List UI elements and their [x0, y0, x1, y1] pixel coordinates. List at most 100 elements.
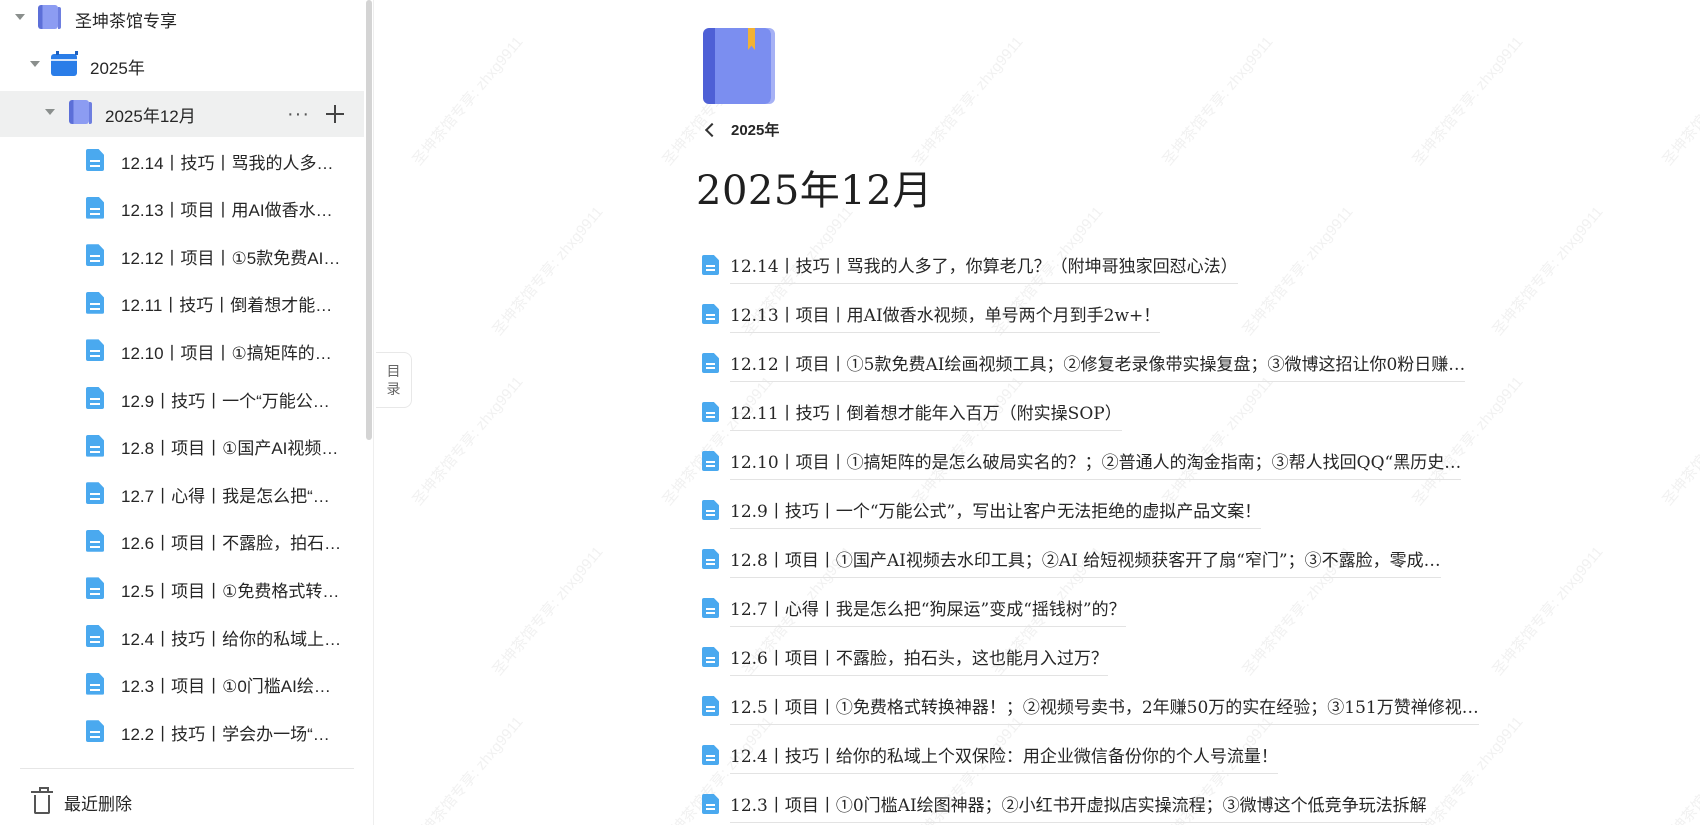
document-list-item[interactable]: 12.9丨技巧丨一个“万能公式”，写出让客户无法拒绝的虚拟产品文案！ [700, 483, 1600, 532]
tree-item-month[interactable]: 2025年12月 ··· [0, 91, 364, 137]
document-link[interactable]: 12.9丨技巧丨一个“万能公式”，写出让客户无法拒绝的虚拟产品文案！ [730, 497, 1262, 529]
watermark-text: 圣坤茶馆专享: zhxg9911 [909, 33, 1027, 169]
page-title: 2025年12月 [696, 168, 933, 214]
watermark-text: 圣坤茶馆专享: zhxg9911 [1659, 714, 1700, 825]
document-list-item[interactable]: 12.12丨项目丨①5款免费AI绘画视频工具；②修复老录像带实操复盘；③微博这招… [700, 336, 1600, 385]
watermark-text: 圣坤茶馆专享: zhxg9911 [409, 713, 527, 825]
document-link[interactable]: 12.12丨项目丨①5款免费AI绘画视频工具；②修复老录像带实操复盘；③微博这招… [730, 350, 1466, 382]
document-icon [702, 304, 719, 324]
document-link[interactable]: 12.4丨技巧丨给你的私域上个双保险：用企业微信备份你的个人号流量！ [730, 742, 1278, 774]
caret-down-icon[interactable] [15, 14, 25, 20]
document-icon [86, 577, 104, 600]
document-link[interactable]: 12.6丨项目丨不露脸，拍石头，这也能月入过万？ [730, 644, 1108, 676]
recently-deleted-item[interactable]: 最近删除 [31, 787, 132, 815]
tree-item-label: 2025年12月 [105, 106, 196, 126]
sidebar-doc-item[interactable]: 12.12丨项目丨①5款免费AI绘画视频工具 [0, 233, 364, 279]
document-icon [86, 672, 104, 695]
tree-item-label: 2025年 [90, 58, 145, 78]
document-list-item[interactable]: 12.4丨技巧丨给你的私域上个双保险：用企业微信备份你的个人号流量！ [700, 728, 1600, 777]
document-icon [702, 549, 719, 569]
sidebar-doc-item[interactable]: 12.6丨项目丨不露脸，拍石头，这也能月入过万？ [0, 519, 364, 565]
document-list-item[interactable]: 12.8丨项目丨①国产AI视频去水印工具；②AI 给短视频获客开了扇“窄门”；③… [700, 532, 1600, 581]
document-icon [702, 696, 719, 716]
document-link[interactable]: 12.3丨项目丨①0门槛AI绘图神器；②小红书开虚拟店实操流程；③微博这个低竞争… [730, 791, 1427, 823]
sidebar-doc-item[interactable]: 12.10丨项目丨①搞矩阵的是怎么破局实名的？ [0, 328, 364, 374]
main-content: 圣坤茶馆专享: zhxg9911 圣坤茶馆专享: zhxg9911 圣坤茶馆专享: … [376, 0, 1700, 825]
document-icon [702, 451, 719, 471]
document-icon [86, 720, 104, 743]
sidebar-doc-item[interactable]: 12.5丨项目丨①免费格式转换神器！ [0, 566, 364, 612]
chevron-left-icon[interactable] [704, 122, 720, 137]
document-icon [702, 500, 719, 520]
document-icon [702, 353, 719, 373]
book-cover-icon [703, 28, 771, 104]
caret-down-icon[interactable] [30, 61, 40, 67]
trash-icon [31, 787, 53, 814]
sidebar-doc-item[interactable]: 12.4丨技巧丨给你的私域上个双保险：用企业微信备份你的个人号流量！ [0, 614, 364, 660]
document-icon [86, 625, 104, 647]
watermark-text: 圣坤茶馆专享: zhxg9911 [1659, 34, 1700, 169]
document-link[interactable]: 12.7丨心得丨我是怎么把“狗屎运”变成“摇钱树”的？ [730, 595, 1126, 627]
sidebar-scrollbar[interactable] [366, 0, 372, 440]
sidebar-doc-item[interactable]: 12.8丨项目丨①国产AI视频去水印工具 [0, 424, 364, 470]
row-actions: ··· [287, 91, 344, 137]
recently-deleted-label: 最近删除 [64, 795, 132, 814]
document-icon [702, 255, 719, 275]
document-icon [86, 196, 104, 219]
document-list-item[interactable]: 12.5丨项目丨①免费格式转换神器！；②视频号卖书，2年赚50万的实在经验；③1… [700, 679, 1600, 728]
document-list-item[interactable]: 12.11丨技巧丨倒着想才能年入百万（附实操SOP） [700, 385, 1600, 434]
sidebar-doc-item[interactable]: 12.3丨项目丨①0门槛AI绘图神器 [0, 662, 364, 708]
caret-down-icon[interactable] [45, 109, 55, 115]
sidebar-doc-label: 12.11丨技巧丨倒着想才能年入百万 [121, 296, 346, 316]
watermark-text: 圣坤茶馆专享: zhxg9911 [409, 373, 527, 509]
document-link[interactable]: 12.11丨技巧丨倒着想才能年入百万（附实操SOP） [730, 399, 1122, 431]
book-icon [69, 100, 92, 124]
sidebar-doc-item[interactable]: 12.13丨项目丨用AI做香水视频，单号两个月到手2w+！ [0, 186, 364, 232]
document-list-item[interactable]: 12.6丨项目丨不露脸，拍石头，这也能月入过万？ [700, 630, 1600, 679]
breadcrumb-label[interactable]: 2025年 [731, 119, 779, 140]
calendar-icon [51, 51, 78, 76]
more-dots-icon[interactable]: ··· [287, 104, 310, 124]
document-icon [702, 647, 719, 667]
sidebar-doc-item[interactable]: 12.7丨心得丨我是怎么把“狗屎运”变成“摇钱树”的？ [0, 471, 364, 517]
sidebar-doc-label: 12.12丨项目丨①5款免费AI绘画视频工具 [121, 248, 346, 268]
document-list-item[interactable]: 12.14丨技巧丨骂我的人多了，你算老几？（附坤哥独家回怼心法） [700, 238, 1600, 287]
sidebar-doc-item[interactable]: 12.2丨技巧丨学会办一场“… [0, 709, 364, 755]
document-icon [702, 402, 719, 422]
document-icon [86, 529, 104, 552]
sidebar-doc-label: 12.14丨技巧丨骂我的人多了，你算老几？（附坤哥独家回怼心法） [121, 153, 346, 173]
document-icon [702, 794, 719, 814]
document-link[interactable]: 12.13丨项目丨用AI做香水视频，单号两个月到手2w+！ [730, 301, 1161, 333]
plus-icon[interactable] [326, 105, 344, 123]
sidebar-doc-item[interactable]: 12.14丨技巧丨骂我的人多了，你算老几？（附坤哥独家回怼心法） [0, 138, 364, 184]
document-list-item[interactable]: 12.7丨心得丨我是怎么把“狗屎运”变成“摇钱树”的？ [700, 581, 1600, 630]
document-list-item[interactable]: 12.13丨项目丨用AI做香水视频，单号两个月到手2w+！ [700, 287, 1600, 336]
document-link[interactable]: 12.8丨项目丨①国产AI视频去水印工具；②AI 给短视频获客开了扇“窄门”；③… [730, 546, 1441, 578]
document-icon [86, 387, 104, 409]
breadcrumb[interactable]: 2025年 [703, 119, 779, 140]
document-list-item[interactable]: 12.3丨项目丨①0门槛AI绘图神器；②小红书开虚拟店实操流程；③微博这个低竞争… [700, 777, 1600, 825]
document-link[interactable]: 12.10丨项目丨①搞矩阵的是怎么破局实名的？；②普通人的淘金指南；③帮人找回Q… [730, 448, 1462, 480]
document-icon [702, 745, 719, 765]
sidebar-doc-label: 12.2丨技巧丨学会办一场“… [121, 724, 330, 744]
sidebar-doc-label: 12.7丨心得丨我是怎么把“狗屎运”变成“摇钱树”的？ [121, 486, 346, 506]
sidebar-doc-label: 12.4丨技巧丨给你的私域上个双保险：用企业微信备份你的个人号流量！ [121, 629, 346, 649]
document-icon [86, 244, 104, 267]
tree-item-label: 圣坤茶馆专享 [75, 11, 177, 31]
sidebar-doc-label: 12.3丨项目丨①0门槛AI绘图神器 [121, 677, 346, 697]
document-icon [702, 598, 719, 618]
document-icon [86, 149, 104, 171]
sidebar-doc-item[interactable]: 12.11丨技巧丨倒着想才能年入百万 [0, 281, 364, 327]
document-link[interactable]: 12.5丨项目丨①免费格式转换神器！；②视频号卖书，2年赚50万的实在经验；③1… [730, 693, 1479, 725]
sidebar-doc-item[interactable]: 12.9丨技巧丨一个“万能公式”，写出让客户无法拒绝的虚拟产品文案！ [0, 376, 364, 422]
tree-item-year[interactable]: 2025年 [0, 43, 364, 89]
tree-item-root[interactable]: 圣坤茶馆专享 [0, 0, 364, 42]
document-icon [86, 291, 104, 314]
divider [20, 768, 354, 769]
document-list-item[interactable]: 12.10丨项目丨①搞矩阵的是怎么破局实名的？；②普通人的淘金指南；③帮人找回Q… [700, 434, 1600, 483]
sidebar-doc-label: 12.8丨项目丨①国产AI视频去水印工具 [121, 439, 346, 459]
document-link[interactable]: 12.14丨技巧丨骂我的人多了，你算老几？（附坤哥独家回怼心法） [730, 252, 1238, 284]
sidebar-doc-label: 12.5丨项目丨①免费格式转换神器！ [121, 581, 346, 601]
sidebar: 圣坤茶馆专享 2025年 2025年12月 ··· 12.14丨技巧丨骂我的人多… [0, 0, 374, 825]
watermark-text: 圣坤茶馆专享: zhxg9911 [409, 33, 527, 169]
